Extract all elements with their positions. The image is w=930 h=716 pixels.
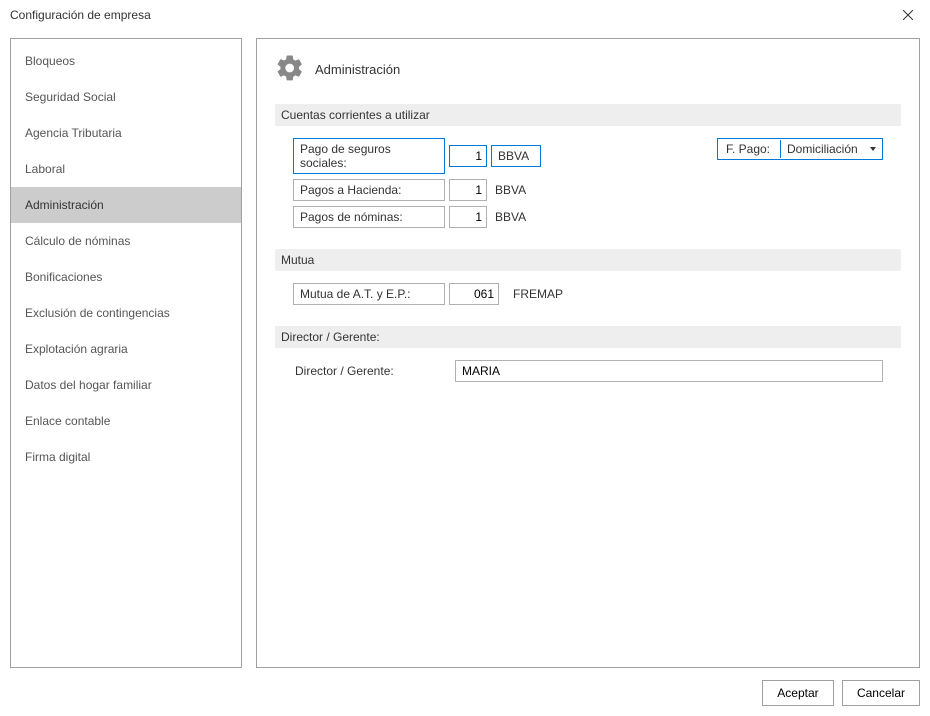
bank-pago-seguros-sociales: BBVA bbox=[491, 145, 541, 167]
company-config-window: Configuración de empresa Bloqueos Seguri… bbox=[0, 0, 930, 716]
sidebar-item-explotacion-agraria[interactable]: Explotación agraria bbox=[11, 331, 241, 367]
gear-icon bbox=[275, 53, 305, 86]
window-title: Configuración de empresa bbox=[10, 8, 151, 22]
input-pago-seguros-sociales[interactable] bbox=[449, 145, 487, 167]
sidebar-item-laboral[interactable]: Laboral bbox=[11, 151, 241, 187]
row-pagos-hacienda: Pagos a Hacienda: BBVA bbox=[293, 179, 883, 201]
row-pago-seguros-sociales: Pago de seguros sociales: BBVA F. Pago: … bbox=[293, 138, 883, 174]
row-mutua: Mutua de A.T. y E.P.: FREMAP bbox=[293, 283, 883, 305]
input-pagos-nominas[interactable] bbox=[449, 206, 487, 228]
label-director: Director / Gerente: bbox=[293, 364, 445, 378]
close-icon bbox=[903, 10, 913, 20]
sidebar-item-label: Explotación agraria bbox=[25, 342, 128, 356]
fpago-label: F. Pago: bbox=[718, 139, 780, 159]
bank-pagos-nominas: BBVA bbox=[491, 210, 526, 224]
fpago-select[interactable]: Domiciliación bbox=[780, 140, 882, 158]
sidebar-item-label: Seguridad Social bbox=[25, 90, 116, 104]
sidebar-item-datos-hogar[interactable]: Datos del hogar familiar bbox=[11, 367, 241, 403]
label-pago-seguros-sociales: Pago de seguros sociales: bbox=[293, 138, 445, 174]
fpago-group: F. Pago: Domiciliación bbox=[717, 138, 883, 160]
fpago-value: Domiciliación bbox=[787, 142, 858, 156]
input-director[interactable] bbox=[455, 360, 883, 382]
row-pagos-nominas: Pagos de nóminas: BBVA bbox=[293, 206, 883, 228]
section-header-mutua: Mutua bbox=[275, 249, 901, 271]
sidebar-item-label: Datos del hogar familiar bbox=[25, 378, 152, 392]
sidebar-item-agencia-tributaria[interactable]: Agencia Tributaria bbox=[11, 115, 241, 151]
sidebar-item-label: Cálculo de nóminas bbox=[25, 234, 130, 248]
sidebar-item-bloqueos[interactable]: Bloqueos bbox=[11, 43, 241, 79]
input-pagos-hacienda[interactable] bbox=[449, 179, 487, 201]
label-pagos-hacienda: Pagos a Hacienda: bbox=[293, 179, 445, 201]
row-director: Director / Gerente: bbox=[293, 360, 883, 382]
accept-button[interactable]: Aceptar bbox=[762, 680, 834, 706]
sidebar-item-label: Agencia Tributaria bbox=[25, 126, 122, 140]
main-panel: Administración Cuentas corrientes a util… bbox=[256, 38, 920, 668]
sidebar-item-firma-digital[interactable]: Firma digital bbox=[11, 439, 241, 475]
sidebar-item-enlace-contable[interactable]: Enlace contable bbox=[11, 403, 241, 439]
section-header-accounts: Cuentas corrientes a utilizar bbox=[275, 104, 901, 126]
sidebar: Bloqueos Seguridad Social Agencia Tribut… bbox=[10, 38, 242, 668]
sidebar-item-label: Administración bbox=[25, 198, 104, 212]
page-title: Administración bbox=[315, 62, 400, 77]
main-header: Administración bbox=[275, 53, 901, 86]
sidebar-item-bonificaciones[interactable]: Bonificaciones bbox=[11, 259, 241, 295]
sidebar-item-exclusion-contingencias[interactable]: Exclusión de contingencias bbox=[11, 295, 241, 331]
sidebar-item-label: Bloqueos bbox=[25, 54, 75, 68]
sidebar-item-label: Exclusión de contingencias bbox=[25, 306, 170, 320]
section-accounts: Pago de seguros sociales: BBVA F. Pago: … bbox=[275, 138, 901, 249]
label-pagos-nominas: Pagos de nóminas: bbox=[293, 206, 445, 228]
sidebar-item-label: Firma digital bbox=[25, 450, 90, 464]
label-mutua: Mutua de A.T. y E.P.: bbox=[293, 283, 445, 305]
footer: Aceptar Cancelar bbox=[0, 672, 930, 716]
sidebar-item-label: Laboral bbox=[25, 162, 65, 176]
section-header-director: Director / Gerente: bbox=[275, 326, 901, 348]
cancel-button[interactable]: Cancelar bbox=[842, 680, 920, 706]
sidebar-item-label: Enlace contable bbox=[25, 414, 110, 428]
input-mutua-code[interactable] bbox=[449, 283, 499, 305]
sidebar-item-label: Bonificaciones bbox=[25, 270, 102, 284]
sidebar-item-calculo-nominas[interactable]: Cálculo de nóminas bbox=[11, 223, 241, 259]
body: Bloqueos Seguridad Social Agencia Tribut… bbox=[0, 30, 930, 672]
bank-pagos-hacienda: BBVA bbox=[491, 183, 526, 197]
mutua-name: FREMAP bbox=[503, 287, 563, 301]
close-button[interactable] bbox=[896, 3, 920, 27]
section-mutua: Mutua de A.T. y E.P.: FREMAP bbox=[275, 283, 901, 326]
sidebar-item-seguridad-social[interactable]: Seguridad Social bbox=[11, 79, 241, 115]
section-director: Director / Gerente: bbox=[275, 360, 901, 398]
sidebar-item-administracion[interactable]: Administración bbox=[11, 187, 241, 223]
titlebar: Configuración de empresa bbox=[0, 0, 930, 30]
